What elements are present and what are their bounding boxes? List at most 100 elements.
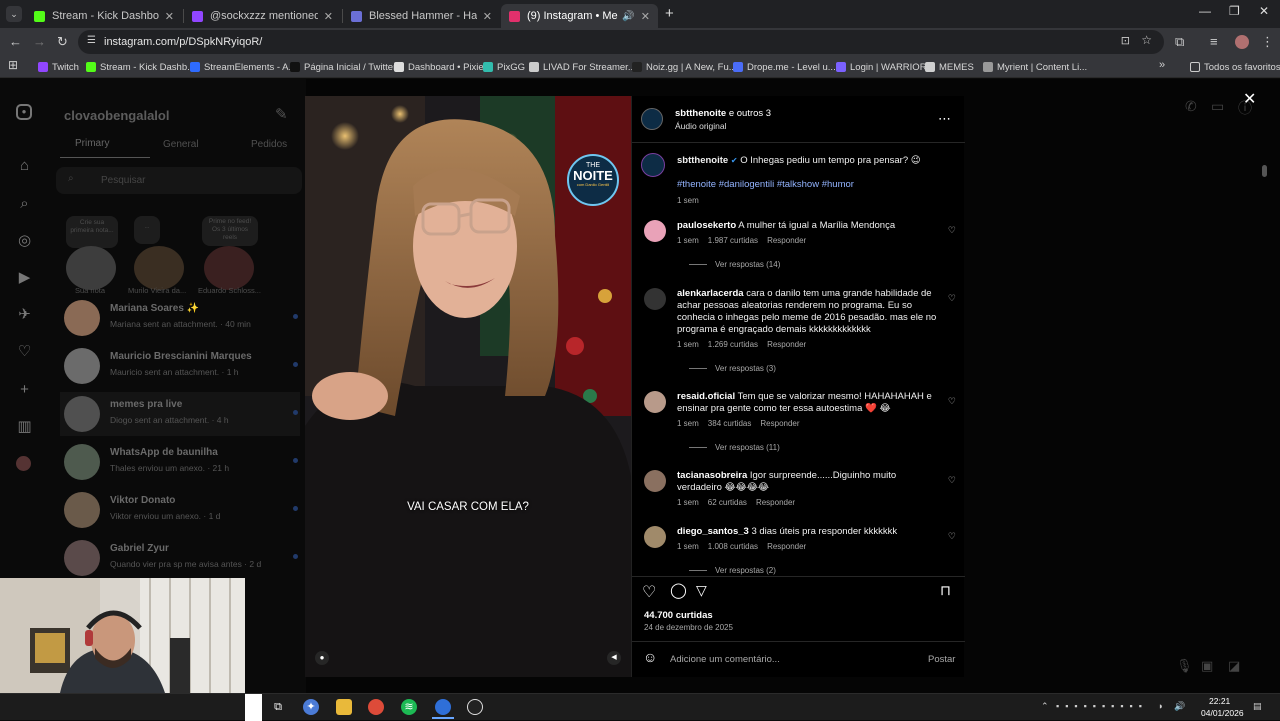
bookmark-item[interactable]: StreamElements - A... xyxy=(190,59,296,75)
browser-tab-active[interactable]: (9) Instagram • Mensagens🔊✕ xyxy=(501,4,658,28)
reply-button[interactable]: Responder xyxy=(767,542,806,551)
scrollbar[interactable] xyxy=(1262,165,1267,177)
messages-icon[interactable]: ✈ xyxy=(16,306,33,323)
network-icon[interactable]: ◗ xyxy=(1158,701,1163,711)
bookmark-item[interactable]: Twitch xyxy=(38,59,79,75)
site-info-icon[interactable]: ☰ xyxy=(87,35,96,46)
comment-likes[interactable]: 1.269 curtidas xyxy=(708,340,758,349)
audio-label[interactable]: Áudio original xyxy=(675,121,727,131)
comment-avatar[interactable] xyxy=(644,526,666,548)
note-item[interactable]: Crie sua primeira nota... Sua nota xyxy=(66,216,118,296)
reload-icon[interactable]: ↻ xyxy=(57,34,68,50)
like-icon[interactable]: ♡ xyxy=(642,582,656,602)
reels-icon[interactable]: ▶ xyxy=(16,269,33,286)
task-view-icon[interactable]: ⧉ xyxy=(270,699,286,715)
image-icon[interactable]: ▣ xyxy=(1201,658,1213,674)
phone-icon[interactable]: ✆ xyxy=(1185,98,1197,115)
emoji-icon[interactable]: ☺ xyxy=(643,649,657,665)
close-tab-icon[interactable]: ✕ xyxy=(324,10,333,23)
reply-button[interactable]: Responder xyxy=(756,498,795,507)
comment-like-icon[interactable]: ♡ xyxy=(948,396,956,407)
dm-thread[interactable]: WhatsApp de baunilha Thales enviou um ane… xyxy=(60,440,300,484)
tab-requests[interactable]: Pedidos xyxy=(251,139,287,150)
comment-user[interactable]: resaid.oficial xyxy=(677,391,735,402)
browser-tab[interactable]: Stream - Kick Dashboard✕ xyxy=(26,4,182,28)
search-icon[interactable]: ⌕ xyxy=(16,195,33,212)
clock-date[interactable]: 04/01/2026 xyxy=(1201,708,1244,718)
profile-icon[interactable] xyxy=(16,456,31,471)
comment-like-icon[interactable]: ♡ xyxy=(948,293,956,304)
comment-like-icon[interactable]: ♡ xyxy=(948,531,956,542)
spotify-icon[interactable]: ≋ xyxy=(401,699,417,715)
profile-avatar[interactable] xyxy=(1235,35,1249,49)
tab-general[interactable]: General xyxy=(163,139,199,150)
chrome-active-icon[interactable] xyxy=(435,699,451,715)
share-icon[interactable]: ▽ xyxy=(696,582,707,599)
comment-user[interactable]: alenkarlacerda xyxy=(677,288,744,299)
apps-icon[interactable]: ⊞ xyxy=(8,58,18,72)
address-bar[interactable]: ☰ instagram.com/p/DSpkNRyiqoR/ ⊡ ☆ xyxy=(78,30,1164,54)
comment-likes[interactable]: 1.008 curtidas xyxy=(708,542,758,551)
more-bookmarks-icon[interactable]: » xyxy=(1159,59,1165,71)
comment-like-icon[interactable]: ♡ xyxy=(948,225,956,236)
comment-user[interactable]: diego_santos_3 xyxy=(677,526,749,537)
reply-button[interactable]: Responder xyxy=(767,236,806,245)
heart-icon[interactable]: ♡ xyxy=(16,343,33,360)
bookmark-item[interactable]: PixGG xyxy=(483,59,525,75)
instagram-icon[interactable]: ● xyxy=(16,104,32,120)
more-icon[interactable]: ⋯ xyxy=(938,111,951,127)
comment-likes[interactable]: 1.987 curtidas xyxy=(708,236,758,245)
post-comment-button[interactable]: Postar xyxy=(928,654,955,665)
new-tab-button[interactable]: + xyxy=(665,5,674,22)
dm-thread[interactable]: Mauricio Brescianini Marques Mauricio sen… xyxy=(60,344,300,388)
comment-user[interactable]: paulosekerto xyxy=(677,220,736,231)
bookmark-item[interactable]: Dashboard • Pixie xyxy=(394,59,484,75)
search-field[interactable]: ⌕ Pesquisar xyxy=(56,167,302,194)
bookmark-item[interactable]: Noiz.gg | A New, Fu... xyxy=(632,59,737,75)
bookmark-item[interactable]: Myrient | Content Li... xyxy=(983,59,1087,75)
obs-icon[interactable] xyxy=(467,699,483,715)
audio-playing-icon[interactable]: 🔊 xyxy=(622,11,634,22)
comment-user[interactable]: tacianasobreira xyxy=(677,470,747,481)
clock-time[interactable]: 22:21 xyxy=(1209,696,1230,706)
close-tab-icon[interactable]: ✕ xyxy=(483,10,492,23)
comment-input[interactable]: Adicione um comentário... xyxy=(670,654,780,665)
comment-likes[interactable]: 384 curtidas xyxy=(708,419,752,428)
minimize-icon[interactable]: — xyxy=(1199,4,1211,18)
bookmark-item[interactable]: MEMES xyxy=(925,59,974,75)
view-replies-button[interactable]: Ver respostas (2) xyxy=(689,566,776,575)
comment-avatar[interactable] xyxy=(644,288,666,310)
dm-thread[interactable]: Viktor Donato Viktor enviou um anexo. · 1… xyxy=(60,488,300,532)
dm-username[interactable]: clovaobengalalol xyxy=(64,108,169,123)
compose-icon[interactable]: ✎ xyxy=(275,105,288,123)
dashboard-icon[interactable]: ▥ xyxy=(16,418,33,435)
comment-avatar[interactable] xyxy=(644,220,666,242)
install-icon[interactable]: ⊡ xyxy=(1121,34,1130,47)
tray-chevron-icon[interactable]: ⌃ xyxy=(1041,701,1049,712)
bookmark-item[interactable]: LIVAD For Streamer... xyxy=(529,59,636,75)
menu-icon[interactable]: ⋮ xyxy=(1261,34,1274,50)
comment-icon[interactable]: ◯ xyxy=(670,581,687,599)
bookmark-item[interactable]: Drope.me - Level u... xyxy=(733,59,836,75)
reply-button[interactable]: Responder xyxy=(767,340,806,349)
comment-likes[interactable]: 62 curtidas xyxy=(708,498,747,507)
create-icon[interactable]: + xyxy=(16,381,33,398)
dm-thread[interactable]: memes pra live Diogo sent an attachment. … xyxy=(60,392,300,436)
mic-icon[interactable]: 🎙 xyxy=(1176,658,1193,674)
close-tab-icon[interactable]: ✕ xyxy=(165,10,174,23)
mute-icon[interactable]: ◀ xyxy=(607,651,621,665)
bookmark-icon[interactable]: ⊓ xyxy=(940,582,951,599)
reading-list-icon[interactable]: ≡ xyxy=(1210,34,1218,50)
explore-icon[interactable]: ◎ xyxy=(16,232,33,249)
comment-like-icon[interactable]: ♡ xyxy=(948,475,956,486)
copilot-icon[interactable]: ✦ xyxy=(303,699,319,715)
caption-avatar[interactable] xyxy=(641,153,665,177)
note-item[interactable]: Prime no feed! Os 3 últimos reels Eduard… xyxy=(198,216,278,296)
window-close-icon[interactable]: ✕ xyxy=(1259,4,1269,18)
back-icon[interactable]: ← xyxy=(9,34,22,50)
dm-thread[interactable]: Gabriel Zyur Quando vier pra sp me avisa … xyxy=(60,536,300,580)
author-avatar[interactable] xyxy=(641,108,663,130)
volume-icon[interactable]: 🔊 xyxy=(1174,701,1185,712)
forward-icon[interactable]: → xyxy=(33,34,46,50)
view-replies-button[interactable]: Ver respostas (11) xyxy=(689,443,780,452)
